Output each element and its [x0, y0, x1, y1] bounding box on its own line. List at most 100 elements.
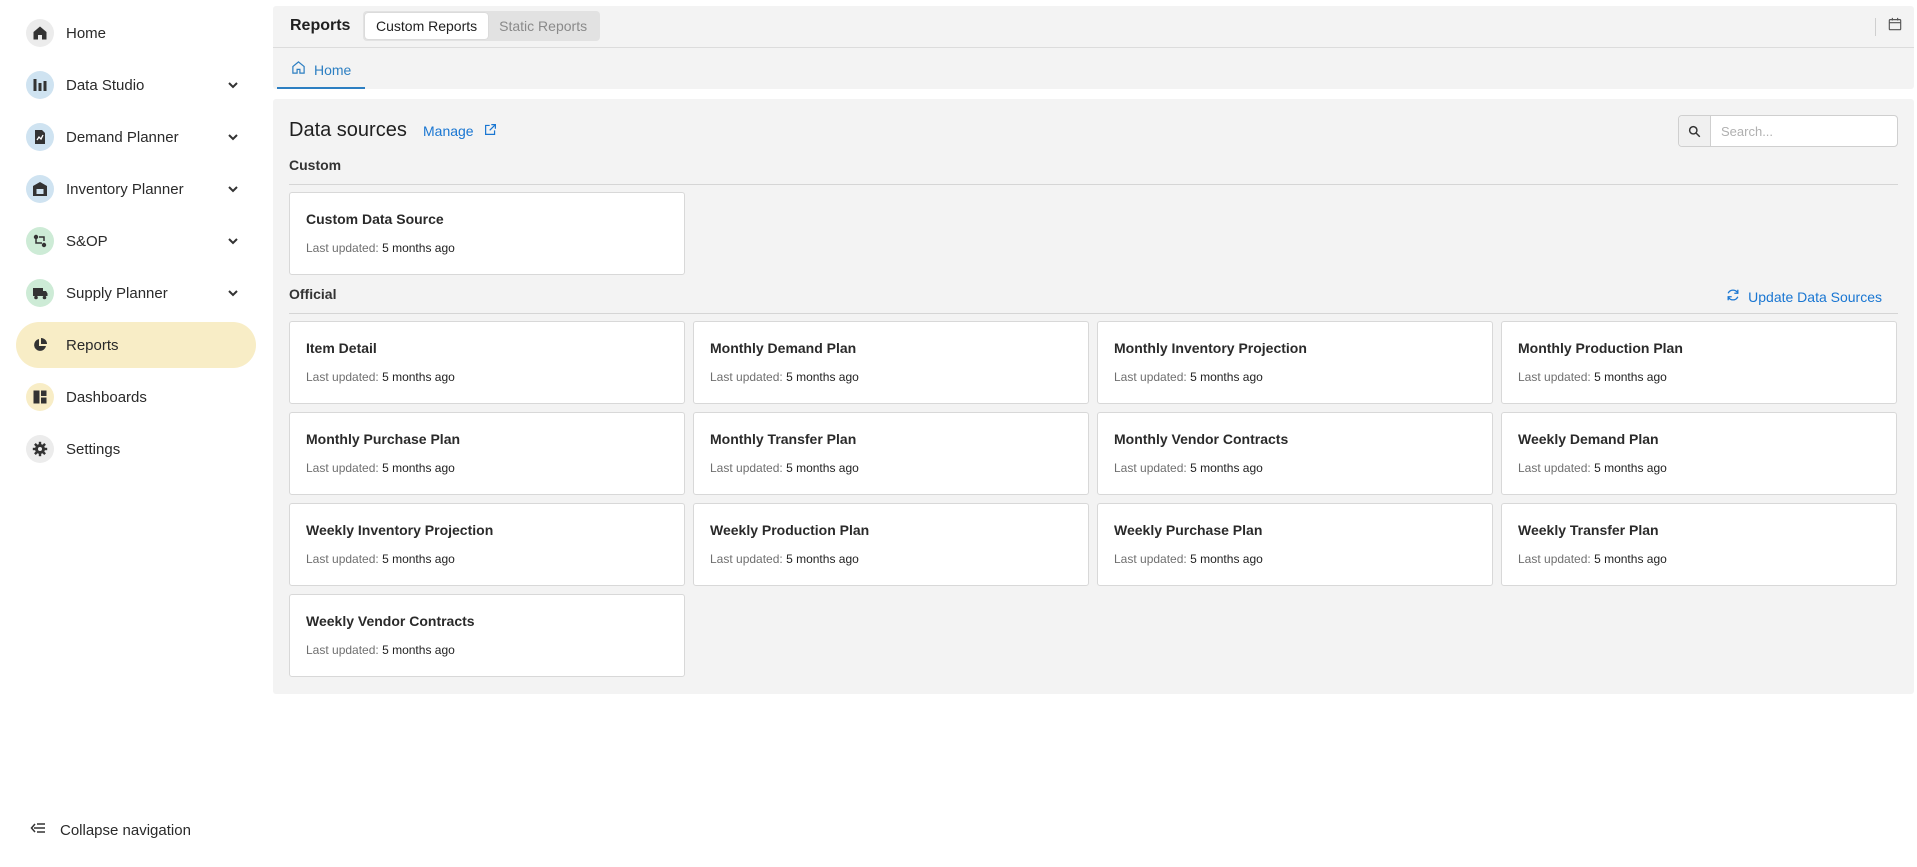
data-source-card[interactable]: Weekly Transfer Plan Last updated: 5 mon… — [1501, 503, 1897, 586]
card-meta: Last updated: 5 months ago — [306, 370, 455, 384]
nav-item-label: Data Studio — [66, 76, 145, 94]
card-title: Weekly Inventory Projection — [306, 522, 494, 538]
search-input[interactable] — [1711, 116, 1897, 146]
chevron-down-icon[interactable] — [226, 130, 240, 144]
last-updated-label: Last updated: — [1518, 552, 1591, 566]
last-updated-value: 5 months ago — [382, 370, 455, 384]
settings-icon — [26, 435, 54, 463]
collapse-menu-icon — [30, 820, 46, 841]
refresh-icon — [1726, 288, 1740, 305]
card-meta: Last updated: 5 months ago — [710, 370, 859, 384]
card-meta: Last updated: 5 months ago — [710, 461, 859, 475]
nav-item-label: Supply Planner — [66, 284, 168, 302]
nav-item-dashboards[interactable]: Dashboards — [16, 374, 256, 420]
card-meta: Last updated: 5 months ago — [1518, 370, 1667, 384]
card-meta: Last updated: 5 months ago — [306, 643, 455, 657]
nav-item-label: Dashboards — [66, 388, 147, 406]
chevron-down-icon[interactable] — [226, 182, 240, 196]
card-meta: Last updated: 5 months ago — [306, 241, 455, 255]
card-title: Weekly Purchase Plan — [1114, 522, 1263, 538]
nav-item-inventory-planner[interactable]: Inventory Planner — [16, 166, 256, 212]
chevron-down-icon[interactable] — [226, 286, 240, 300]
data-source-card[interactable]: Weekly Demand Plan Last updated: 5 month… — [1501, 412, 1897, 495]
data-source-card[interactable]: Weekly Production Plan Last updated: 5 m… — [693, 503, 1089, 586]
data-source-card[interactable]: Monthly Demand Plan Last updated: 5 mont… — [693, 321, 1089, 404]
card-title: Monthly Production Plan — [1518, 340, 1683, 356]
data-studio-icon — [26, 71, 54, 99]
demand-planner-icon — [26, 123, 54, 151]
data-sources-panel: Data sources Manage Custom Custom Data S… — [273, 99, 1914, 694]
manage-label: Manage — [423, 123, 474, 139]
data-source-card[interactable]: Weekly Inventory Projection Last updated… — [289, 503, 685, 586]
reports-icon — [26, 331, 54, 359]
supply-planner-icon — [26, 279, 54, 307]
divider — [1875, 17, 1876, 36]
card-title: Custom Data Source — [306, 211, 444, 227]
last-updated-value: 5 months ago — [382, 552, 455, 566]
nav-item-demand-planner[interactable]: Demand Planner — [16, 114, 256, 160]
data-source-card[interactable]: Monthly Inventory Projection Last update… — [1097, 321, 1493, 404]
card-title: Monthly Purchase Plan — [306, 431, 461, 447]
home-outline-icon — [291, 60, 306, 80]
reports-header: Reports Custom Reports Static Reports Ho… — [273, 6, 1914, 89]
data-source-card[interactable]: Weekly Vendor Contracts Last updated: 5 … — [289, 594, 685, 677]
last-updated-label: Last updated: — [306, 552, 379, 566]
nav-item-label: Reports — [66, 336, 119, 354]
sop-icon — [26, 227, 54, 255]
nav-item-supply-planner[interactable]: Supply Planner — [16, 270, 256, 316]
card-meta: Last updated: 5 months ago — [306, 461, 455, 475]
data-source-card[interactable]: Custom Data Source Last updated: 5 month… — [289, 192, 685, 275]
data-source-card[interactable]: Weekly Purchase Plan Last updated: 5 mon… — [1097, 503, 1493, 586]
last-updated-value: 5 months ago — [786, 552, 859, 566]
last-updated-value: 5 months ago — [1594, 461, 1667, 475]
nav-item-home[interactable]: Home — [16, 10, 256, 56]
update-data-sources-label: Update Data Sources — [1748, 288, 1882, 305]
nav-item-data-studio[interactable]: Data Studio — [16, 62, 256, 108]
chevron-down-icon[interactable] — [226, 234, 240, 248]
data-source-card[interactable]: Monthly Purchase Plan Last updated: 5 mo… — [289, 412, 685, 495]
page-title: Reports — [290, 17, 351, 34]
collapse-navigation-button[interactable]: Collapse navigation — [30, 820, 191, 841]
tab-custom-reports[interactable]: Custom Reports — [365, 13, 489, 39]
data-source-card[interactable]: Monthly Vendor Contracts Last updated: 5… — [1097, 412, 1493, 495]
collapse-navigation-label: Collapse navigation — [60, 822, 191, 839]
nav-item-label: Home — [66, 24, 107, 42]
nav-item-label: S&OP — [66, 232, 108, 250]
update-data-sources-button[interactable]: Update Data Sources — [1726, 288, 1882, 305]
chevron-down-icon[interactable] — [226, 78, 240, 92]
card-meta: Last updated: 5 months ago — [1518, 552, 1667, 566]
card-title: Item Detail — [306, 340, 377, 356]
card-title: Weekly Transfer Plan — [1518, 522, 1659, 538]
last-updated-value: 5 months ago — [382, 461, 455, 475]
card-title: Weekly Production Plan — [710, 522, 870, 538]
data-source-card[interactable]: Item Detail Last updated: 5 months ago — [289, 321, 685, 404]
last-updated-value: 5 months ago — [382, 241, 455, 255]
last-updated-value: 5 months ago — [1190, 461, 1263, 475]
tab-home[interactable]: Home — [277, 52, 366, 89]
divider — [289, 184, 1898, 185]
nav-item-label: Inventory Planner — [66, 180, 184, 198]
manage-link[interactable]: Manage — [423, 123, 497, 139]
last-updated-label: Last updated: — [710, 552, 783, 566]
nav-item-settings[interactable]: Settings — [16, 426, 256, 472]
card-title: Weekly Demand Plan — [1518, 431, 1659, 447]
card-meta: Last updated: 5 months ago — [306, 552, 455, 566]
calendar-icon[interactable] — [1888, 17, 1902, 36]
tab-static-reports[interactable]: Static Reports — [488, 13, 598, 39]
inventory-planner-icon — [26, 175, 54, 203]
last-updated-label: Last updated: — [1518, 370, 1591, 384]
nav-item-reports[interactable]: Reports — [16, 322, 256, 368]
last-updated-label: Last updated: — [306, 241, 379, 255]
search-icon[interactable] — [1679, 116, 1711, 146]
card-meta: Last updated: 5 months ago — [1114, 461, 1263, 475]
nav-item-sop[interactable]: S&OP — [16, 218, 256, 264]
data-source-card[interactable]: Monthly Transfer Plan Last updated: 5 mo… — [693, 412, 1089, 495]
report-type-tabs: Custom Reports Static Reports — [363, 11, 601, 41]
last-updated-value: 5 months ago — [1594, 552, 1667, 566]
last-updated-label: Last updated: — [710, 370, 783, 384]
card-title: Monthly Transfer Plan — [710, 431, 857, 447]
card-meta: Last updated: 5 months ago — [1114, 370, 1263, 384]
data-source-card[interactable]: Monthly Production Plan Last updated: 5 … — [1501, 321, 1897, 404]
header-row: Reports Custom Reports Static Reports — [273, 6, 1914, 48]
header-actions — [1875, 17, 1902, 36]
